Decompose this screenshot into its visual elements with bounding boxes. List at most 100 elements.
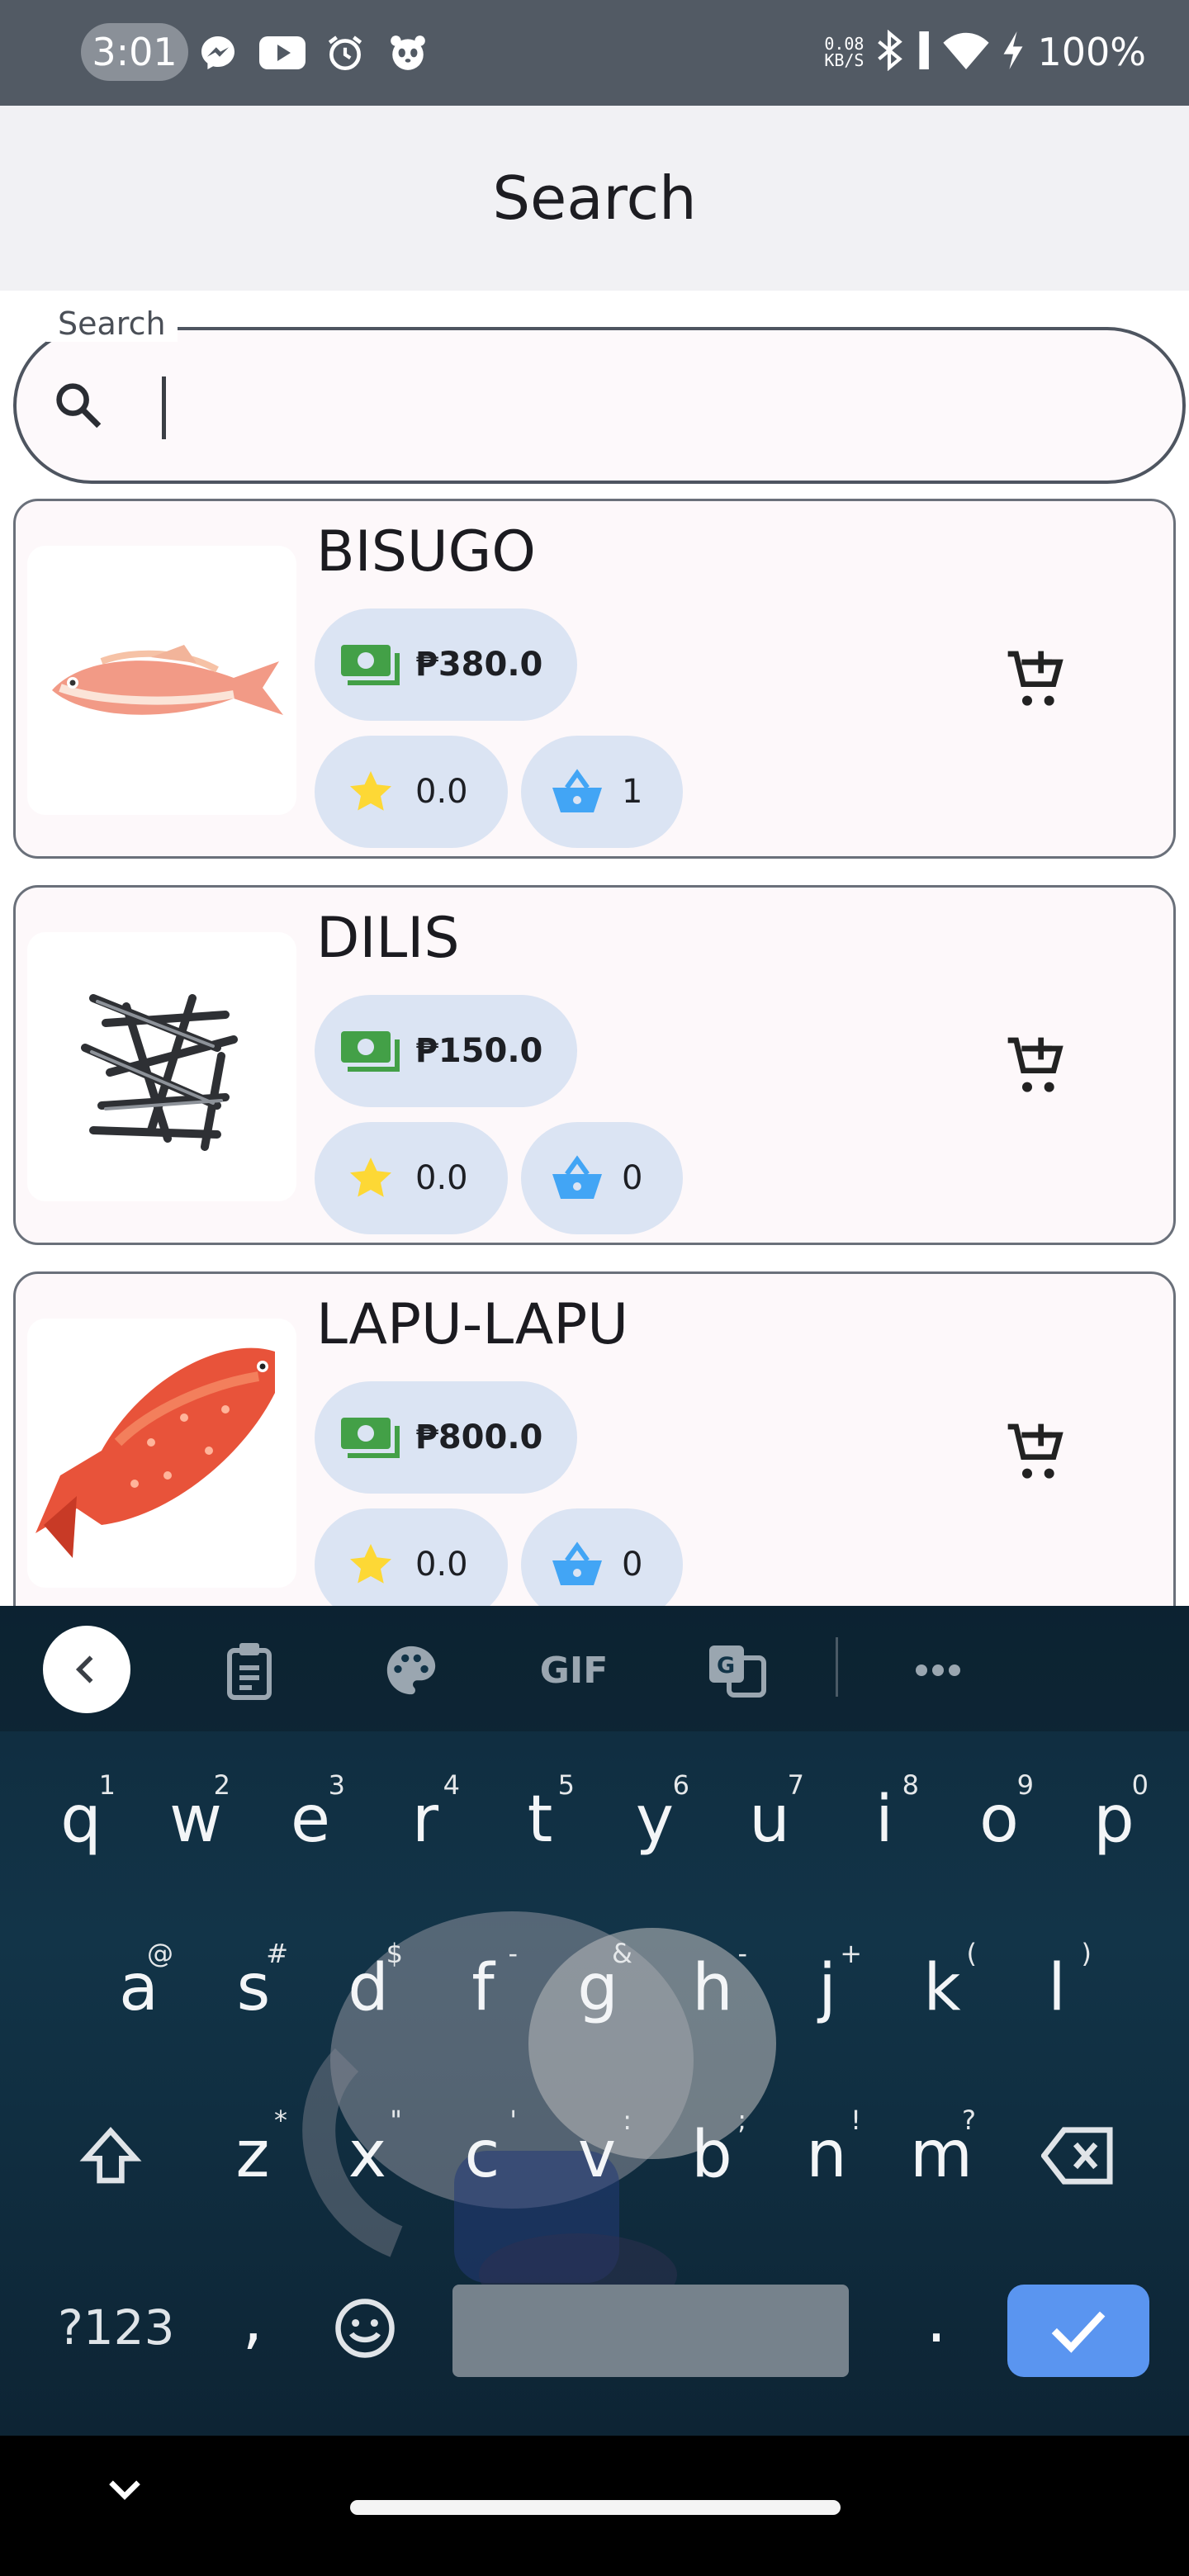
key-c[interactable]: c ' (433, 2105, 532, 2192)
key-label: e (291, 1783, 330, 1857)
key-y[interactable]: y6 (605, 1769, 704, 1857)
product-image-dilis (27, 932, 296, 1201)
key-hint: " (390, 2105, 402, 2136)
product-image-lapu-lapu (27, 1319, 296, 1588)
rating-chip: 0.0 (315, 736, 508, 848)
panda-icon (385, 28, 431, 78)
star-icon (338, 767, 404, 817)
key-q[interactable]: q1 (31, 1769, 130, 1857)
stock-chip: 0 (521, 1508, 683, 1606)
price-chip: ₱380.0 (315, 608, 577, 721)
messenger-icon (195, 28, 241, 78)
key-label: u (749, 1783, 790, 1857)
add-to-cart-button[interactable] (998, 1414, 1073, 1489)
backspace-key[interactable] (1029, 2123, 1128, 2204)
add-to-cart-button[interactable] (998, 1028, 1073, 1102)
enter-key[interactable] (1007, 2285, 1149, 2377)
status-right-group: 0.08 KB/S 100% (824, 25, 1146, 79)
backspace-icon (1040, 2127, 1113, 2185)
toolbar-divider (836, 1637, 838, 1697)
key-l[interactable]: l) (1007, 1938, 1106, 2025)
chevron-down-icon (109, 2480, 140, 2500)
product-name: BISUGO (316, 519, 536, 585)
key-hint: 5 (557, 1769, 575, 1801)
svg-text:G: G (717, 1653, 735, 1679)
product-image-bisugo (27, 546, 296, 815)
key-hint: 9 (1016, 1769, 1034, 1801)
key-hint: : (623, 2105, 632, 2136)
key-o[interactable]: o9 (950, 1769, 1049, 1857)
key-d[interactable]: d $ (319, 1938, 418, 2025)
toolbar-back-button[interactable] (43, 1626, 130, 1713)
gif-button[interactable]: GIF (528, 1637, 619, 1703)
stock-chip: 1 (521, 736, 683, 848)
add-to-cart-button[interactable] (998, 642, 1073, 716)
key-label: i (875, 1783, 893, 1857)
star-icon (338, 1540, 404, 1589)
key-h[interactable]: h- (663, 1938, 762, 2025)
key-g[interactable]: g & (548, 1938, 647, 2025)
emoji-key[interactable] (315, 2296, 414, 2376)
wifi-icon (943, 31, 990, 73)
key-p[interactable]: p0 (1064, 1769, 1163, 1857)
key-label: y (635, 1783, 675, 1857)
shift-key[interactable] (61, 2123, 160, 2204)
money-icon (338, 640, 404, 689)
key-w[interactable]: w2 (146, 1769, 245, 1857)
key-n[interactable]: n! (777, 2105, 876, 2192)
search-icon (51, 378, 106, 433)
more-options-button[interactable] (905, 1637, 971, 1703)
key-m[interactable]: m? (892, 2105, 991, 2192)
theme-button[interactable] (378, 1637, 444, 1703)
product-card[interactable]: BISUGO ₱380.0 0.0 1 (13, 499, 1176, 859)
status-time: 3:01 (81, 23, 188, 81)
key-i[interactable]: i8 (835, 1769, 934, 1857)
translate-button[interactable]: G (703, 1637, 770, 1703)
key-s[interactable]: s # (204, 1938, 303, 2025)
key-u[interactable]: u7 (720, 1769, 819, 1857)
search-input[interactable] (182, 347, 1135, 464)
key-k[interactable]: k( (893, 1938, 992, 2025)
key-label: r (411, 1783, 439, 1857)
key-a[interactable]: a @ (89, 1938, 188, 2025)
product-card[interactable]: DILIS ₱150.0 0.0 0 (13, 885, 1176, 1245)
key-hint: & (612, 1938, 632, 1969)
gif-label: GIF (539, 1649, 609, 1692)
key-hint: 4 (443, 1769, 460, 1801)
money-icon (338, 1026, 404, 1076)
key-v[interactable]: v: (547, 2105, 647, 2192)
key-hint: 1 (98, 1769, 116, 1801)
youtube-icon (259, 28, 306, 78)
key-hint: ; (737, 2105, 746, 2136)
space-key[interactable] (452, 2285, 849, 2377)
hide-keyboard-button[interactable] (97, 2462, 152, 2517)
key-x[interactable]: x " (318, 2105, 417, 2192)
key-hint: $ (386, 1938, 403, 1969)
keyboard[interactable]: GIF G q1w2e3r4t5y6u7i8o9p0 a @ s # d $ f - g & h - j… (0, 1606, 1189, 2436)
key-label: k (923, 1951, 961, 2025)
home-gesture-handle[interactable] (350, 2500, 841, 2515)
period-key[interactable]: . (887, 2283, 986, 2357)
emoji-icon (335, 2299, 395, 2358)
key-z[interactable]: z * (203, 2105, 302, 2192)
product-card[interactable]: LAPU-LAPU ₱800.0 0.0 0 (13, 1271, 1176, 1606)
symbols-key[interactable]: ?123 (58, 2299, 175, 2356)
clipboard-button[interactable] (216, 1637, 282, 1703)
network-speed: 0.08 KB/S (824, 34, 865, 70)
battery-percent: 100% (1037, 30, 1146, 74)
basket-icon (544, 1153, 610, 1203)
key-f[interactable]: f- (433, 1938, 533, 2025)
key-j[interactable]: j + (778, 1938, 877, 2025)
product-list[interactable]: BISUGO ₱380.0 0.0 1 DILIS ₱150.0 0.0 0 L… (0, 495, 1189, 1606)
palette-icon (386, 1646, 436, 1695)
key-r[interactable]: r4 (376, 1769, 475, 1857)
comma-key[interactable]: , (203, 2283, 302, 2357)
search-field-label: Search (46, 305, 178, 342)
key-hint: 2 (213, 1769, 230, 1801)
key-e[interactable]: e3 (261, 1769, 360, 1857)
key-hint: * (274, 2105, 287, 2136)
system-nav-bar (0, 2436, 1189, 2576)
key-b[interactable]: b; (662, 2105, 761, 2192)
key-t[interactable]: t5 (490, 1769, 590, 1857)
check-icon (1051, 2311, 1106, 2353)
